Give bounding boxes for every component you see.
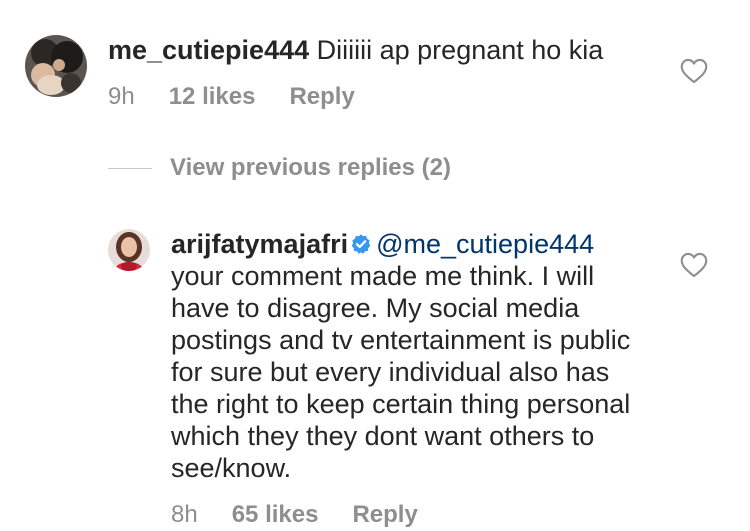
reply-timestamp: 8h — [171, 501, 198, 528]
comment-body: me_cutiepie444 Diiiiii ap pregnant ho ki… — [108, 34, 668, 66]
reply-likes-count[interactable]: 65 likes — [232, 501, 319, 529]
reply-mention-link[interactable]: @me_cutiepie444 — [376, 229, 594, 259]
comment-username[interactable]: me_cutiepie444 — [108, 35, 309, 65]
heart-outline-icon[interactable] — [680, 58, 708, 84]
avatar[interactable] — [108, 229, 150, 271]
comment-reply-button[interactable]: Reply — [289, 83, 354, 111]
reply-username[interactable]: arijfatymajafri — [171, 229, 348, 259]
view-replies-label: View previous replies (2) — [170, 154, 452, 181]
verified-badge-icon — [351, 234, 371, 254]
comment-timestamp: 9h — [108, 83, 135, 110]
comment-text: Diiiiii ap pregnant ho kia — [316, 35, 604, 65]
reply-reply-button[interactable]: Reply — [352, 501, 417, 529]
heart-outline-icon[interactable] — [680, 252, 708, 278]
avatar[interactable] — [25, 35, 87, 97]
comment-likes-count[interactable]: 12 likes — [169, 83, 256, 111]
view-previous-replies-button[interactable]: View previous replies (2) — [108, 154, 451, 182]
divider-line — [108, 167, 152, 169]
comment-meta: 9h 12 likes Reply — [108, 83, 355, 111]
reply-text: your comment made me think. I will have … — [171, 261, 631, 483]
reply-meta: 8h 65 likes Reply — [171, 501, 418, 529]
reply-body: arijfatymajafri @me_cutiepie444 your comm… — [171, 228, 651, 484]
